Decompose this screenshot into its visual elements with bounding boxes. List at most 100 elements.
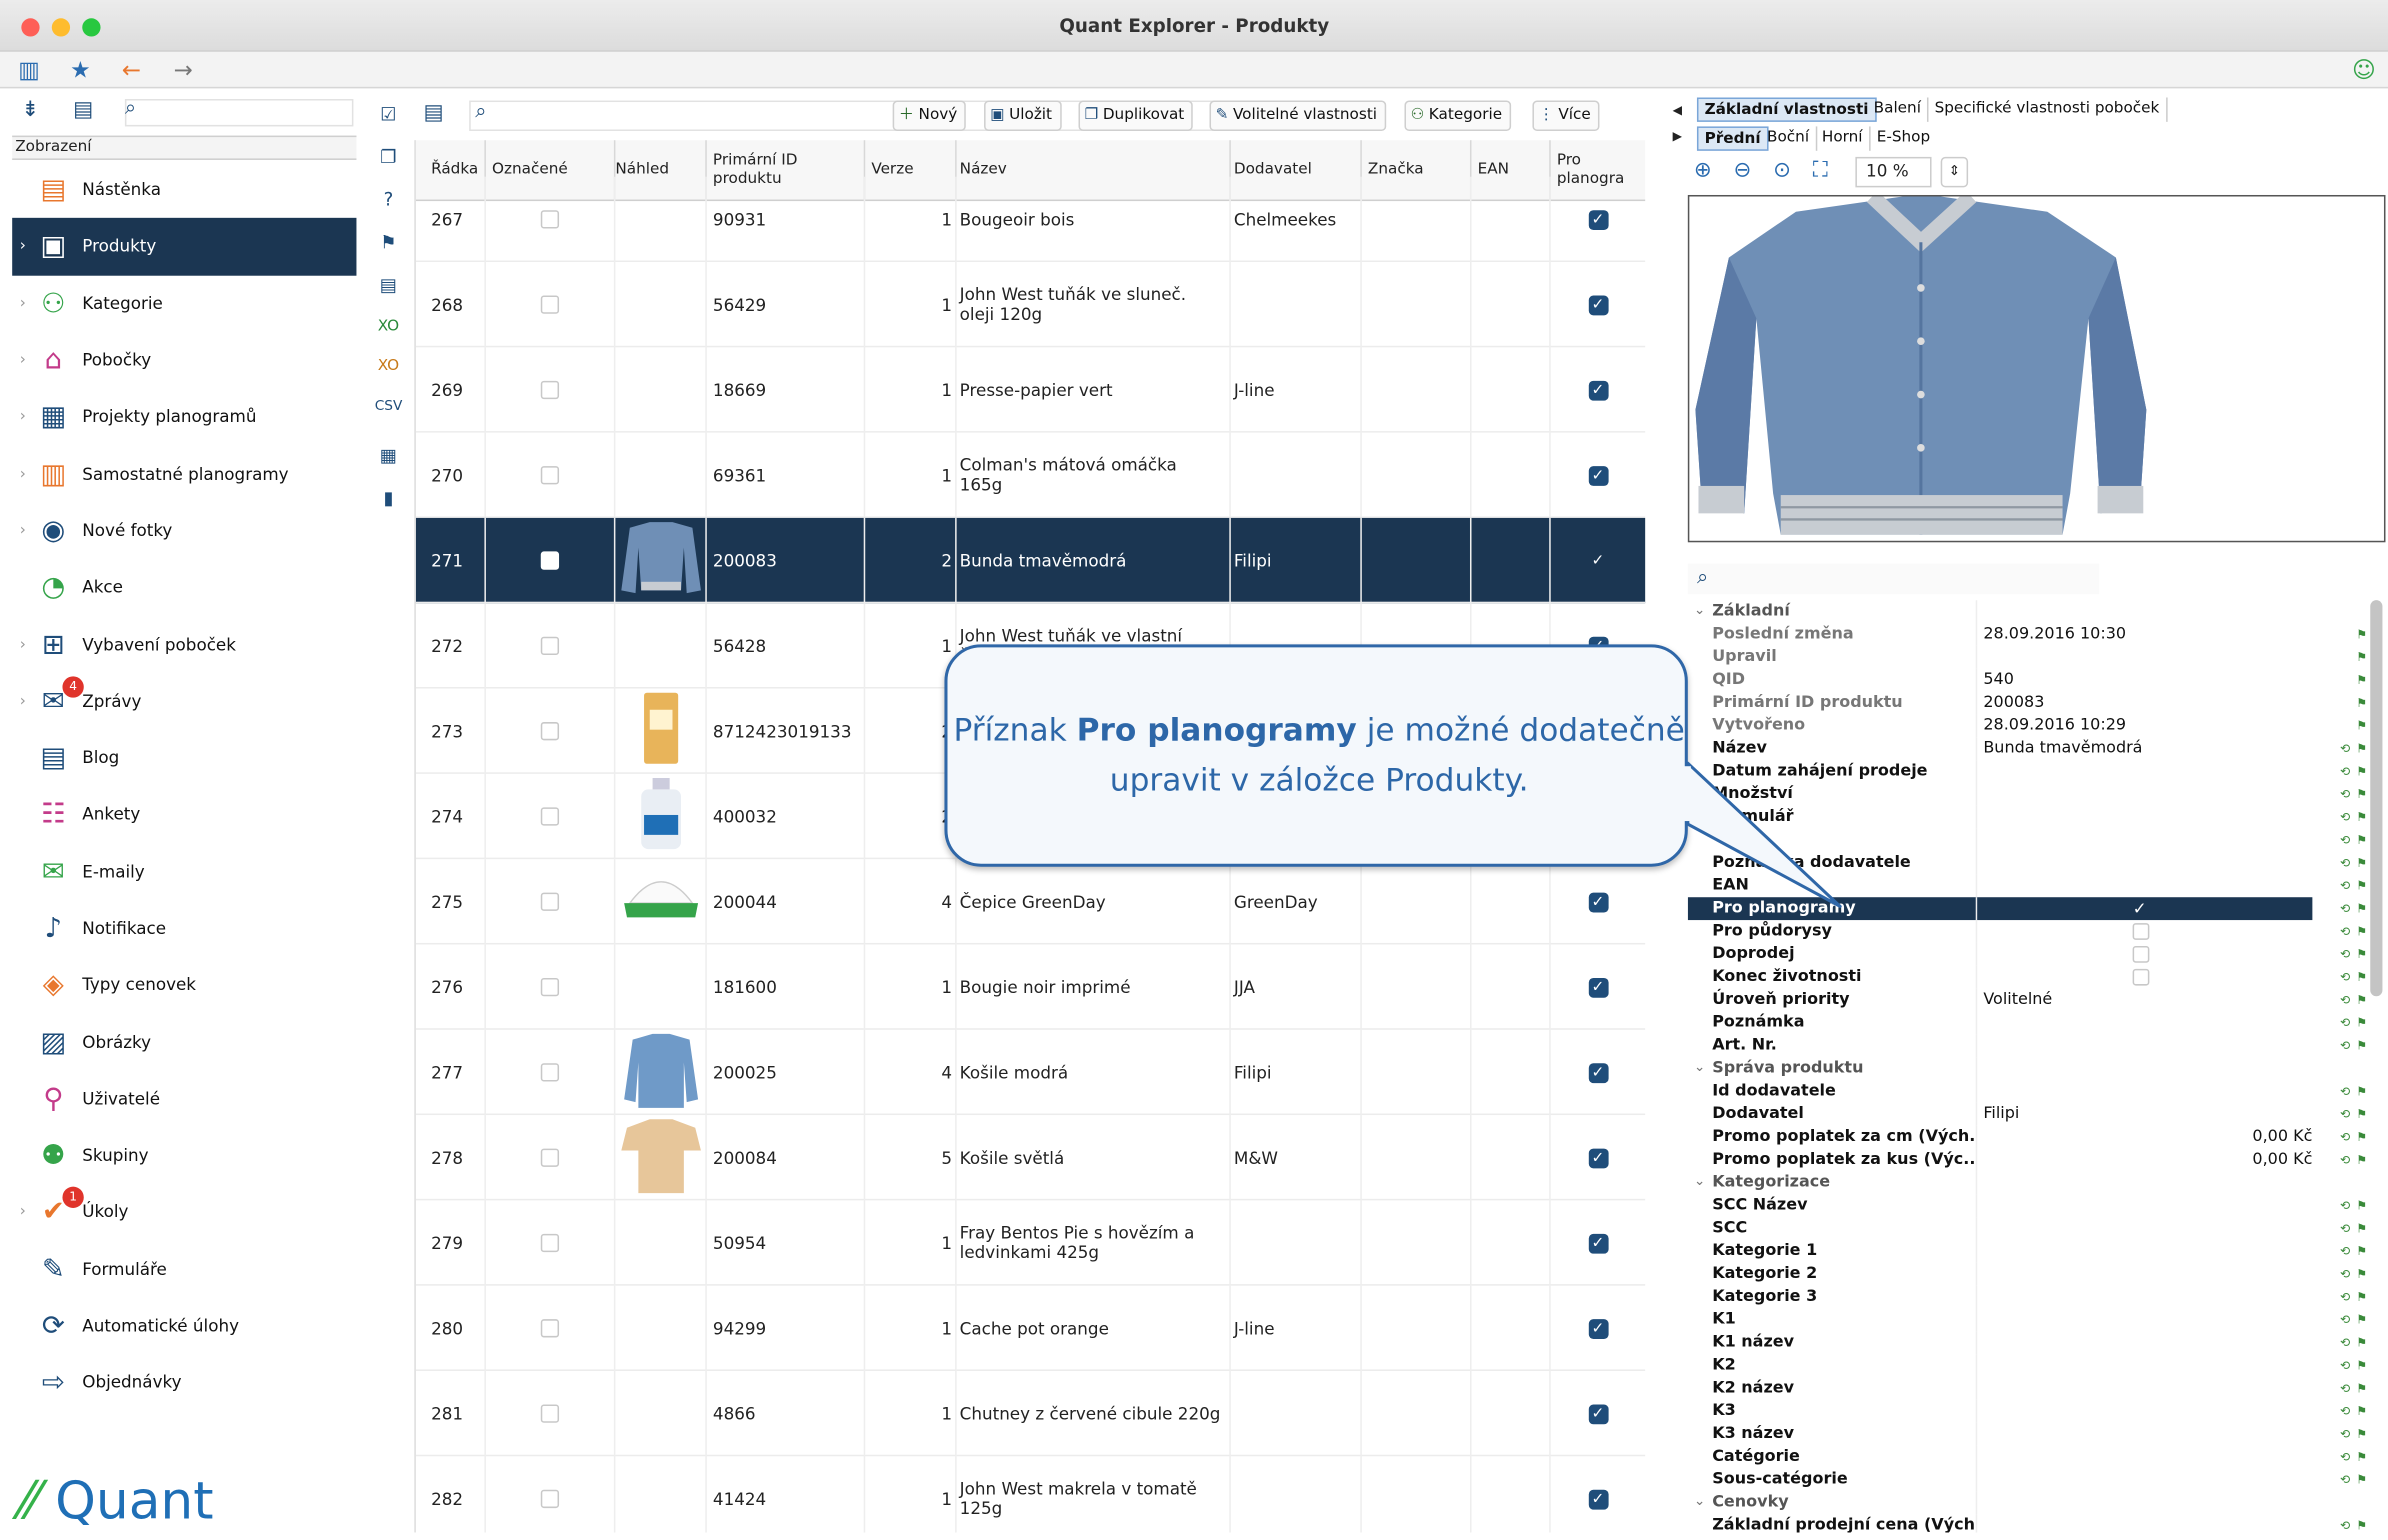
property-value[interactable]	[1977, 874, 2312, 897]
flag-icon[interactable]: ⚑	[2356, 1331, 2367, 1354]
xls-import-icon[interactable]: XO	[375, 314, 402, 341]
property-value[interactable]: Filipi	[1977, 1103, 2312, 1126]
fit-icon[interactable]: ⛶	[1813, 158, 1828, 182]
property-value[interactable]	[1977, 1423, 2312, 1446]
sidebar-item-19[interactable]: ✎ Formuláře	[12, 1241, 356, 1298]
tab-packaging[interactable]: Balení	[1868, 97, 1929, 122]
chevron-right-icon[interactable]: ›	[12, 409, 33, 426]
flag-icon[interactable]: ⚑	[2356, 1126, 2367, 1149]
for-planograms-checkbox[interactable]: ✓	[1588, 977, 1608, 997]
properties-scrollbar[interactable]	[2370, 600, 2383, 997]
marked-checkbox[interactable]	[540, 295, 560, 314]
marked-checkbox[interactable]	[540, 466, 560, 485]
chart-icon[interactable]: ▮	[375, 484, 402, 511]
property-value[interactable]	[1977, 783, 2312, 806]
reset-icon[interactable]: ⟲	[2340, 897, 2350, 920]
reset-icon[interactable]: ⟲	[2340, 989, 2350, 1012]
marked-checkbox[interactable]	[540, 722, 560, 741]
sidebar-item-16[interactable]: ⚲ Uživatelé	[12, 1070, 356, 1127]
flag-icon[interactable]: ⚑	[2356, 1080, 2367, 1103]
property-value[interactable]	[1977, 760, 2312, 783]
sidebar-search-input[interactable]	[124, 99, 354, 127]
property-value[interactable]	[1977, 943, 2312, 966]
chevron-right-icon[interactable]: ›	[12, 352, 33, 369]
property-value[interactable]	[1977, 1034, 2312, 1057]
property-value[interactable]	[1977, 852, 2312, 875]
flag-icon[interactable]: ⚑	[2356, 1377, 2367, 1400]
reset-icon[interactable]: ⟲	[2340, 1468, 2350, 1491]
chevron-right-icon[interactable]: ›	[12, 295, 33, 312]
tab-side[interactable]: Boční	[1761, 126, 1817, 151]
reset-icon[interactable]: ⟲	[2340, 829, 2350, 852]
sidebar-item-15[interactable]: ▨ Obrázky	[12, 1014, 356, 1071]
reset-icon[interactable]: ⟲	[2340, 1331, 2350, 1354]
sidebar-item-0[interactable]: ▤ Nástěnka	[12, 161, 356, 218]
flag-icon[interactable]: ⚑	[2356, 829, 2367, 852]
property-value[interactable]	[1977, 1468, 2312, 1491]
reset-icon[interactable]: ⟲	[2340, 1194, 2350, 1217]
property-value[interactable]: Bunda tmavěmodrá	[1977, 737, 2312, 760]
categories-button[interactable]: ⚇ Kategorie	[1404, 100, 1512, 132]
chevron-right-icon[interactable]: ›	[12, 1204, 33, 1221]
reset-icon[interactable]: ⟲	[2340, 1309, 2350, 1332]
reset-icon[interactable]: ⟲	[2340, 1103, 2350, 1126]
reset-icon[interactable]: ⟲	[2340, 1377, 2350, 1400]
flag-icon[interactable]: ⚑	[2356, 1034, 2367, 1057]
property-value[interactable]: 28.09.2016 10:30	[1977, 623, 2312, 646]
sidebar-item-5[interactable]: › ▥ Samostatné planogramy	[12, 446, 356, 503]
zoom-reset-icon[interactable]: ⊙	[1773, 158, 1791, 182]
optional-properties-button[interactable]: ✎ Volitelné vlastnosti	[1209, 100, 1387, 132]
smiley-icon[interactable]: ☺	[2352, 56, 2376, 83]
property-group[interactable]: ⌄ Správa produktu	[1688, 1057, 2373, 1081]
sidebar-item-17[interactable]: ⚉ Skupiny	[12, 1127, 356, 1184]
table-row[interactable]: 278 200084 5 Košile světlá M&W ✓	[415, 1115, 1646, 1201]
table-row[interactable]: 271 200083 2 Bunda tmavěmodrá Filipi ✓	[415, 517, 1646, 604]
for-planograms-checkbox[interactable]: ✓	[1588, 1403, 1608, 1424]
table-row[interactable]: 280 94299 1 Cache pot orange J-line ✓	[415, 1285, 1646, 1371]
marked-checkbox[interactable]	[540, 1148, 560, 1167]
flag-icon[interactable]: ⚑	[2356, 1103, 2367, 1126]
new-button[interactable]: ＋ Nový	[892, 100, 967, 132]
columns-icon[interactable]: ▤	[423, 101, 443, 125]
chevron-right-icon[interactable]: ›	[12, 238, 33, 255]
table-row[interactable]: 275 200044 4 Čepice GreenDay GreenDay ✓	[415, 859, 1646, 945]
sidebar-item-1[interactable]: › ▣ Produkty	[12, 218, 357, 276]
property-value[interactable]	[1977, 1217, 2312, 1240]
tab-top[interactable]: Horní	[1816, 126, 1871, 151]
table-row[interactable]: 269 18669 1 Presse-papier vert J-line ✓	[415, 347, 1646, 433]
property-value[interactable]: Volitelné	[1977, 989, 2312, 1012]
reset-icon[interactable]: ⟲	[2340, 1514, 2350, 1533]
flag-icon[interactable]: ⚑	[2356, 1240, 2367, 1263]
zoom-in-icon[interactable]: ⊕	[1694, 158, 1712, 182]
property-value[interactable]: 200083	[1977, 692, 2312, 715]
sidebar-toggle-icon[interactable]: ▥	[18, 56, 40, 83]
for-planograms-checkbox[interactable]: ✓	[1588, 1233, 1608, 1253]
sidebar-item-9[interactable]: › ✉ Zprávy 4	[12, 673, 356, 730]
property-value[interactable]	[1977, 646, 2312, 669]
marked-checkbox[interactable]	[540, 380, 560, 400]
marked-checkbox[interactable]	[540, 636, 560, 656]
property-group[interactable]: ⌄ Cenovky	[1688, 1491, 2373, 1515]
flag-icon[interactable]: ⚑	[2356, 806, 2367, 829]
property-checkbox[interactable]	[2132, 945, 2150, 963]
forward-arrow-icon[interactable]: →	[174, 56, 193, 83]
marked-checkbox[interactable]	[540, 210, 560, 229]
flag-icon[interactable]: ⚑	[2356, 714, 2367, 737]
back-arrow-icon[interactable]: ←	[122, 56, 141, 83]
table-row[interactable]: 281 4866 1 Chutney z červené cibule 220g ✓	[415, 1370, 1646, 1457]
reset-icon[interactable]: ⟲	[2340, 1011, 2350, 1034]
flag-icon[interactable]: ⚑	[2356, 1263, 2367, 1286]
for-planograms-checkbox[interactable]: ✓	[1588, 1062, 1608, 1083]
tag-icon[interactable]: ⚑	[375, 228, 402, 255]
flag-icon[interactable]: ⚑	[2356, 1286, 2367, 1309]
document-icon[interactable]: ▤	[375, 271, 402, 298]
sidebar-item-4[interactable]: › ▦ Projekty planogramů	[12, 389, 356, 446]
flag-icon[interactable]: ⚑	[2356, 1149, 2367, 1172]
for-planograms-checkbox[interactable]: ✓	[1588, 1147, 1608, 1168]
flag-icon[interactable]: ⚑	[2356, 1309, 2367, 1332]
property-value[interactable]	[1977, 1309, 2312, 1332]
property-value[interactable]	[1977, 1377, 2312, 1400]
chevron-right-icon[interactable]: ›	[12, 522, 33, 539]
reset-icon[interactable]: ⟲	[2340, 1446, 2350, 1469]
reset-icon[interactable]: ⟲	[2340, 1286, 2350, 1309]
